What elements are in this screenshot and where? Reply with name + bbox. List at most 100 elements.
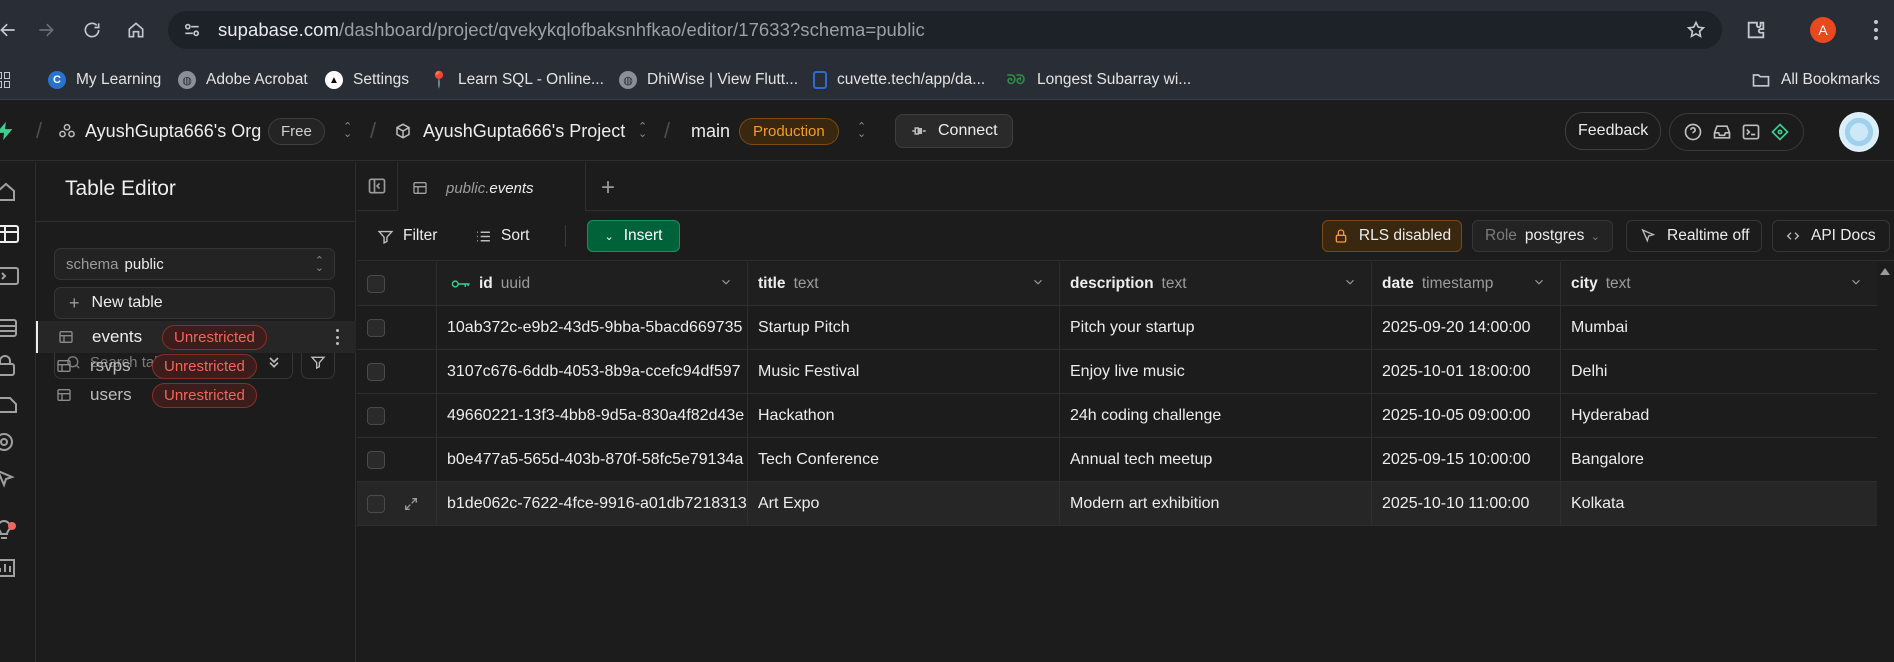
connect-button[interactable]: Connect (895, 114, 1013, 148)
tab-public-events[interactable]: public.events (398, 162, 586, 212)
help-icon[interactable] (1683, 122, 1703, 142)
terminal-icon[interactable] (1741, 122, 1761, 142)
table-editor-icon[interactable] (0, 222, 24, 246)
supabase-logo-icon[interactable] (0, 101, 16, 161)
table-item-events[interactable]: events Unrestricted (36, 321, 356, 353)
org-selector[interactable]: AyushGupta666's Org (58, 101, 261, 161)
bookmark-settings[interactable]: ▲ Settings (325, 60, 409, 100)
site-settings-icon[interactable] (182, 20, 202, 40)
chevron-down-icon[interactable] (1532, 275, 1546, 289)
inbox-icon[interactable] (1712, 122, 1732, 142)
cell-description[interactable]: Modern art exhibition (1060, 482, 1372, 525)
insert-button[interactable]: ⌄ Insert (587, 220, 680, 252)
column-header-date[interactable]: date timestamp (1372, 262, 1561, 305)
table-row[interactable]: 10ab372c-e9b2-43d5-9bba-5bacd669735 Star… (357, 306, 1877, 350)
table-item-rsvps[interactable]: rsvps Unrestricted (36, 350, 356, 382)
column-header-title[interactable]: title text (748, 262, 1060, 305)
cell-city[interactable]: Delhi (1561, 350, 1877, 393)
database-icon[interactable] (0, 316, 24, 340)
cell-city[interactable]: Hyderabad (1561, 394, 1877, 437)
home-icon[interactable] (120, 14, 152, 46)
chevron-down-icon[interactable] (1343, 275, 1357, 289)
expand-row-icon[interactable] (403, 496, 419, 512)
chevron-down-icon[interactable] (719, 275, 733, 289)
cell-date[interactable]: 2025-10-05 09:00:00 (1372, 394, 1561, 437)
cell-description[interactable]: 24h coding challenge (1060, 394, 1372, 437)
project-switcher-icon[interactable]: ⌃ ⌄ (638, 101, 647, 161)
cell-city[interactable]: Bangalore (1561, 438, 1877, 481)
api-docs-button[interactable]: API Docs (1772, 220, 1890, 252)
bookmark-star-icon[interactable] (1686, 20, 1706, 40)
add-tab-icon[interactable]: + (601, 174, 615, 202)
cell-id[interactable]: 49660221-13f3-4bb8-9d5a-830a4f82d43e (437, 394, 748, 437)
cell-id[interactable]: 3107c676-6ddb-4053-8b9a-ccefc94df597 (437, 350, 748, 393)
home-icon[interactable] (0, 180, 24, 204)
reports-icon[interactable] (0, 556, 24, 580)
column-header-city[interactable]: city text (1561, 262, 1877, 305)
bookmark-longest-subarray[interactable]: ᘐᘑ Longest Subarray wi... (1005, 60, 1191, 100)
org-switcher-icon[interactable]: ⌃ ⌄ (343, 101, 352, 161)
all-bookmarks[interactable]: All Bookmarks (1751, 60, 1880, 100)
collapse-sidebar-icon[interactable] (367, 176, 387, 196)
cell-title[interactable]: Hackathon (748, 394, 1060, 437)
row-checkbox[interactable] (367, 362, 385, 381)
auth-lock-icon[interactable] (0, 354, 24, 378)
cell-title[interactable]: Startup Pitch (748, 306, 1060, 349)
column-header-description[interactable]: description text (1060, 262, 1372, 305)
bookmark-dhiwise[interactable]: ◍ DhiWise | View Flutt... (619, 60, 798, 100)
cell-title[interactable]: Art Expo (748, 482, 1060, 525)
filter-button[interactable]: Filter (377, 220, 437, 252)
cell-description[interactable]: Annual tech meetup (1060, 438, 1372, 481)
role-selector[interactable]: Role postgres ⌄ (1472, 220, 1613, 252)
feedback-button[interactable]: Feedback (1565, 112, 1662, 150)
user-avatar[interactable] (1839, 112, 1879, 152)
extensions-icon[interactable] (1745, 19, 1767, 41)
table-item-users[interactable]: users Unrestricted (36, 379, 356, 411)
back-icon[interactable] (0, 14, 24, 46)
cell-date[interactable]: 2025-10-10 11:00:00 (1372, 482, 1561, 525)
storage-icon[interactable] (0, 392, 24, 416)
bookmark-adobe-acrobat[interactable]: ◍ Adobe Acrobat (178, 60, 308, 100)
select-all-checkbox[interactable] (367, 274, 385, 293)
reload-icon[interactable] (76, 14, 108, 46)
cell-city[interactable]: Mumbai (1561, 306, 1877, 349)
profile-avatar[interactable]: A (1810, 17, 1836, 43)
sort-button[interactable]: Sort (475, 220, 529, 252)
branch-selector[interactable]: main (691, 101, 730, 161)
forward-icon[interactable] (30, 14, 62, 46)
cell-city[interactable]: Kolkata (1561, 482, 1877, 525)
edge-functions-icon[interactable] (0, 430, 24, 454)
scroll-up-icon[interactable] (1880, 268, 1890, 275)
rls-disabled-button[interactable]: RLS disabled (1322, 220, 1462, 252)
chevron-down-icon[interactable] (1849, 275, 1863, 289)
grid-vertical-scrollbar[interactable] (1877, 262, 1894, 662)
assistant-icon[interactable] (1770, 122, 1790, 142)
cell-id[interactable]: b0e477a5-565d-403b-870f-58fc5e79134a (437, 438, 748, 481)
row-checkbox[interactable] (367, 450, 385, 469)
schema-selector[interactable]: schema public ⌃ ⌄ (54, 248, 335, 280)
cell-date[interactable]: 2025-09-20 14:00:00 (1372, 306, 1561, 349)
table-row[interactable]: b0e477a5-565d-403b-870f-58fc5e79134a Tec… (357, 438, 1877, 482)
bookmark-my-learning[interactable]: C My Learning (48, 60, 161, 100)
cell-description[interactable]: Enjoy live music (1060, 350, 1372, 393)
table-row[interactable]: b1de062c-7622-4fce-9916-a01db7218313 Art… (357, 482, 1877, 526)
table-row[interactable]: 49660221-13f3-4bb8-9d5a-830a4f82d43e Hac… (357, 394, 1877, 438)
row-checkbox[interactable] (367, 406, 385, 425)
table-row[interactable]: 3107c676-6ddb-4053-8b9a-ccefc94df597 Mus… (357, 350, 1877, 394)
address-bar[interactable]: supabase.com/dashboard/project/qvekykqlo… (168, 11, 1722, 49)
row-checkbox[interactable] (367, 318, 385, 337)
cell-id[interactable]: b1de062c-7622-4fce-9916-a01db7218313 (437, 482, 748, 525)
cell-description[interactable]: Pitch your startup (1060, 306, 1372, 349)
bookmark-learn-sql[interactable]: 📍 Learn SQL - Online... (429, 60, 604, 100)
project-selector[interactable]: AyushGupta666's Project (394, 101, 625, 161)
cell-title[interactable]: Music Festival (748, 350, 1060, 393)
branch-switcher-icon[interactable]: ⌃ ⌄ (857, 101, 866, 161)
new-table-button[interactable]: + New table (54, 287, 335, 319)
realtime-toggle-button[interactable]: Realtime off (1626, 220, 1762, 252)
cell-title[interactable]: Tech Conference (748, 438, 1060, 481)
bookmark-cuvette[interactable]: cuvette.tech/app/da... (813, 60, 985, 100)
chevron-down-icon[interactable] (1031, 275, 1045, 289)
apps-grid-icon[interactable] (0, 72, 10, 88)
cell-date[interactable]: 2025-10-01 18:00:00 (1372, 350, 1561, 393)
column-header-id[interactable]: id uuid (437, 262, 748, 305)
